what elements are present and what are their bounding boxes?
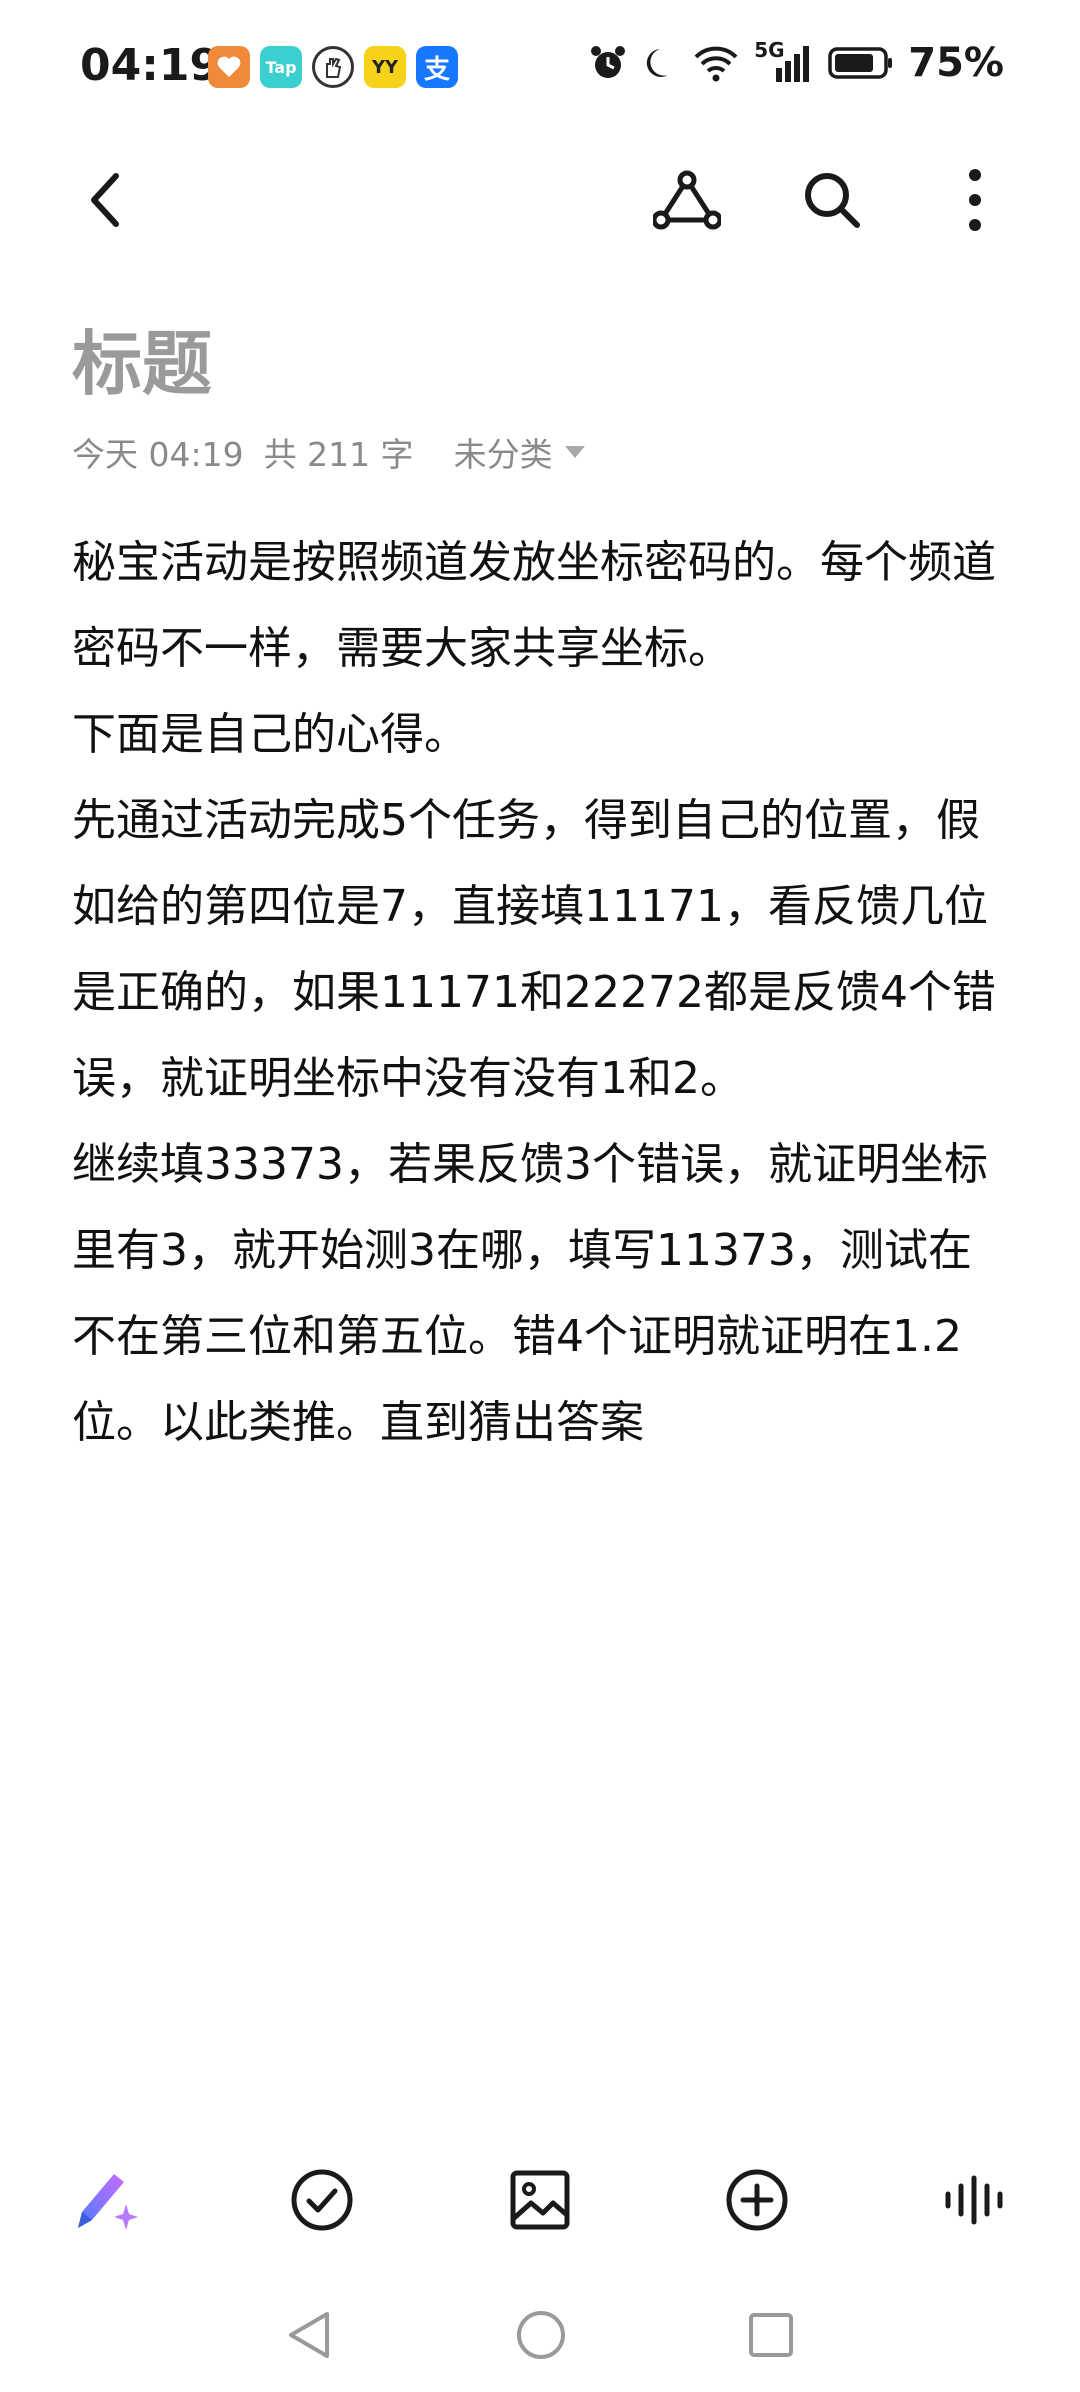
- checklist-icon: [291, 2169, 353, 2231]
- category-label: 未分类: [453, 435, 553, 474]
- ai-writing-button[interactable]: [56, 2150, 156, 2250]
- hand-app-icon: [312, 46, 354, 88]
- insert-image-button[interactable]: [490, 2150, 590, 2250]
- status-right: 5G 75%: [588, 38, 1004, 86]
- more-options-button[interactable]: [925, 150, 1025, 250]
- image-icon: [510, 2170, 570, 2230]
- note-word-count: 共 211 字: [263, 435, 414, 474]
- battery-icon: [828, 47, 893, 79]
- note-meta: 今天 04:19 共 211 字 未分类: [72, 428, 585, 476]
- category-selector[interactable]: 未分类: [454, 428, 585, 476]
- yy-app-icon: YY: [364, 46, 406, 88]
- alarm-icon: [591, 46, 626, 78]
- search-icon: [805, 173, 860, 228]
- back-icon: [91, 173, 119, 227]
- health-app-icon: [208, 46, 250, 88]
- bottom-toolbar: [0, 2150, 1080, 2260]
- nav-back-icon: [289, 2312, 329, 2358]
- moon-icon: [647, 49, 669, 77]
- dropdown-triangle-icon: [564, 446, 585, 458]
- nav-home-button[interactable]: [496, 2290, 586, 2380]
- status-app-icons: Tap YY 支: [208, 46, 458, 88]
- signal-group: 5G: [754, 38, 814, 84]
- back-button[interactable]: [56, 150, 156, 250]
- signal-icon: [776, 46, 810, 82]
- note-date: 今天 04:19: [72, 435, 244, 474]
- note-paragraph: 下面是自己的心得。: [72, 709, 468, 760]
- system-nav-bar: [0, 2290, 1080, 2392]
- nav-recent-button[interactable]: [726, 2290, 816, 2380]
- add-button[interactable]: [707, 2150, 807, 2250]
- nav-home-icon: [517, 2311, 565, 2359]
- nav-back-button[interactable]: [263, 2290, 353, 2380]
- share-button[interactable]: [637, 150, 737, 250]
- wifi-icon: [694, 46, 738, 82]
- nav-recent-icon: [749, 2313, 793, 2357]
- add-icon: [726, 2169, 788, 2231]
- more-icon: [969, 169, 981, 231]
- voice-icon: [945, 2175, 1003, 2225]
- ai-pen-icon: [78, 2174, 138, 2230]
- voice-input-button[interactable]: [924, 2150, 1024, 2250]
- note-paragraph: 先通过活动完成5个任务，得到自己的位置，假如给的第四位是7，直接填11171，看…: [72, 795, 996, 1104]
- checklist-button[interactable]: [272, 2150, 372, 2250]
- status-time: 04:19: [80, 40, 221, 91]
- share-icon: [653, 170, 721, 230]
- alipay-app-icon: 支: [416, 46, 458, 88]
- status-bar: 04:19 Tap YY 支 5G 75%: [0, 0, 1080, 130]
- battery-percent: 75%: [908, 40, 1004, 86]
- note-title-field[interactable]: 标题: [72, 308, 212, 409]
- note-paragraph: 秘宝活动是按照频道发放坐标密码的。每个频道密码不一样，需要大家共享坐标。: [72, 537, 996, 674]
- note-toolbar: [0, 150, 1080, 260]
- search-button[interactable]: [782, 150, 882, 250]
- taptap-app-icon: Tap: [260, 46, 302, 88]
- note-paragraph: 继续填33373，若果反馈3个错误，就证明坐标里有3，就开始测3在哪，填写113…: [72, 1139, 988, 1448]
- note-body-editor[interactable]: 秘宝活动是按照频道发放坐标密码的。每个频道密码不一样，需要大家共享坐标。 下面是…: [72, 520, 1012, 1466]
